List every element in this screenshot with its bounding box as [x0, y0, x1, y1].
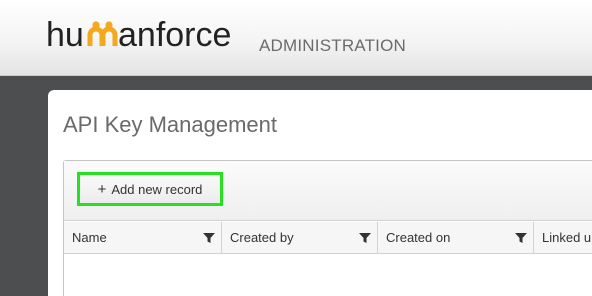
- logo-figures-icon: [87, 21, 118, 46]
- filter-icon[interactable]: [203, 232, 215, 244]
- column-header-created-on[interactable]: Created on: [378, 222, 534, 253]
- api-keys-grid: + Add new record Name Created by Created…: [63, 160, 592, 296]
- column-label: Created on: [386, 230, 451, 245]
- page-title: API Key Management: [63, 112, 278, 137]
- filter-icon[interactable]: [515, 232, 527, 244]
- column-header-name[interactable]: Name: [64, 222, 222, 253]
- column-header-linked[interactable]: Linked u: [534, 222, 592, 253]
- column-label: Linked u: [542, 230, 592, 245]
- column-label: Name: [72, 230, 107, 245]
- humanforce-logo[interactable]: hu anforce: [46, 14, 258, 58]
- section-label: ADMINISTRATION: [259, 36, 406, 55]
- filter-icon[interactable]: [359, 232, 371, 244]
- app-header: hu anforce ADMINISTRATION: [0, 0, 592, 76]
- column-label: Created by: [230, 230, 294, 245]
- svg-text:hu: hu: [46, 16, 84, 54]
- add-new-record-button[interactable]: + Add new record: [77, 172, 223, 206]
- grid-header-row: Name Created by Created on Linked u: [64, 222, 592, 254]
- add-new-record-label: Add new record: [111, 181, 203, 197]
- svg-text:anforce: anforce: [118, 16, 231, 54]
- plus-icon: +: [97, 180, 107, 198]
- grid-toolbar: + Add new record: [64, 161, 592, 221]
- column-header-created-by[interactable]: Created by: [222, 222, 378, 253]
